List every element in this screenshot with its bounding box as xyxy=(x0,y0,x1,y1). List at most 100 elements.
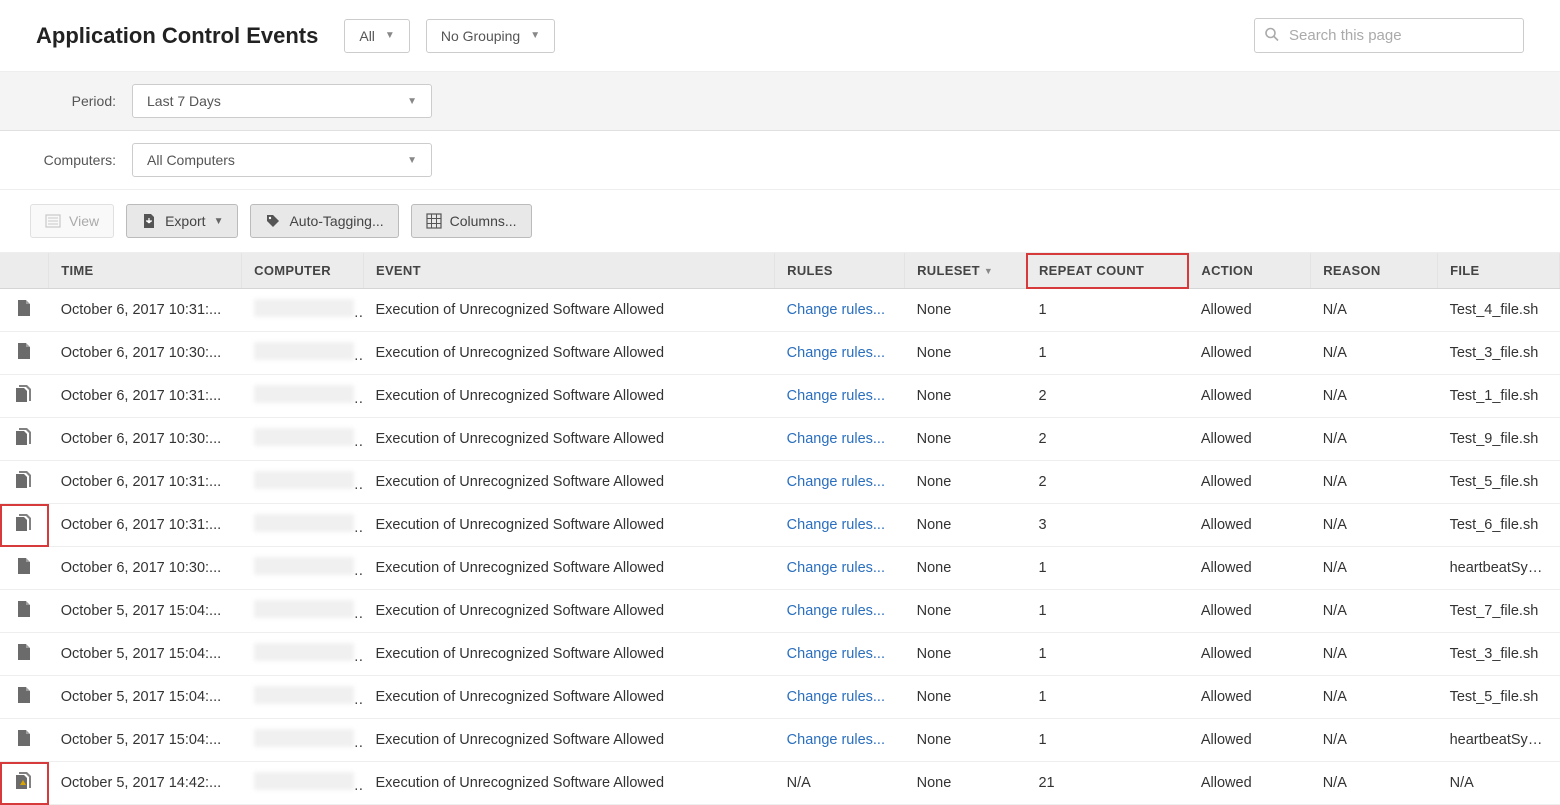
search-input[interactable] xyxy=(1254,18,1524,53)
computers-dropdown[interactable]: All Computers ▼ xyxy=(132,143,432,177)
change-rules-link[interactable]: Change rules... xyxy=(787,431,885,447)
row-computer xyxy=(242,418,364,461)
caret-down-icon: ▼ xyxy=(407,155,417,166)
row-action: Allowed xyxy=(1189,676,1311,719)
th-reason[interactable]: REASON xyxy=(1311,253,1438,289)
row-reason: N/A xyxy=(1311,418,1438,461)
row-reason: N/A xyxy=(1311,676,1438,719)
row-icon-cell xyxy=(0,590,49,633)
row-file: Test_5_file.sh xyxy=(1438,676,1560,719)
columns-button[interactable]: Columns... xyxy=(411,204,532,238)
row-action: Allowed xyxy=(1189,461,1311,504)
row-action: Allowed xyxy=(1189,762,1311,805)
row-icon-cell xyxy=(0,676,49,719)
row-ruleset: None xyxy=(905,762,1027,805)
period-value: Last 7 Days xyxy=(147,93,221,109)
row-reason: N/A xyxy=(1311,590,1438,633)
document-icon xyxy=(14,771,34,791)
computers-value: All Computers xyxy=(147,152,235,168)
table-row[interactable]: October 6, 2017 10:30:... Execution of Un… xyxy=(0,547,1560,590)
change-rules-link[interactable]: Change rules... xyxy=(787,646,885,662)
filter-all-dropdown[interactable]: All ▼ xyxy=(344,19,409,53)
row-ruleset: None xyxy=(905,547,1027,590)
th-computer[interactable]: COMPUTER xyxy=(242,253,364,289)
row-rules: Change rules... xyxy=(775,289,905,332)
change-rules-link[interactable]: Change rules... xyxy=(787,474,885,490)
table-row[interactable]: October 6, 2017 10:31:...Execution of Un… xyxy=(0,461,1560,504)
computer-value-redacted xyxy=(254,471,354,489)
view-button: View xyxy=(30,204,114,238)
row-file: Test_3_file.sh xyxy=(1438,332,1560,375)
change-rules-link[interactable]: Change rules... xyxy=(787,689,885,705)
document-icon xyxy=(14,470,34,490)
row-event: Execution of Unrecognized Software Allow… xyxy=(363,547,774,590)
row-icon-cell xyxy=(0,504,49,547)
row-ruleset: None xyxy=(905,719,1027,762)
change-rules-link[interactable]: Change rules... xyxy=(787,732,885,748)
grouping-dropdown[interactable]: No Grouping ▼ xyxy=(426,19,555,53)
row-time: October 5, 2017 14:42:... xyxy=(49,762,242,805)
row-repeat-count: 21 xyxy=(1026,762,1188,805)
table-row[interactable]: October 6, 2017 10:30:...Execution of Un… xyxy=(0,332,1560,375)
row-repeat-count: 2 xyxy=(1026,461,1188,504)
table-header-row: TIME COMPUTER EVENT RULES RULESET▼ REPEA… xyxy=(0,253,1560,289)
row-reason: N/A xyxy=(1311,461,1438,504)
row-ruleset: None xyxy=(905,289,1027,332)
row-file: Test_9_file.sh xyxy=(1438,418,1560,461)
document-icon xyxy=(14,556,34,576)
table-row[interactable]: October 5, 2017 15:04:...Execution of Un… xyxy=(0,719,1560,762)
th-action[interactable]: ACTION xyxy=(1189,253,1311,289)
list-icon xyxy=(45,213,61,229)
row-icon-cell xyxy=(0,332,49,375)
table-row[interactable]: October 6, 2017 10:31:...Execution of Un… xyxy=(0,504,1560,547)
change-rules-link[interactable]: Change rules... xyxy=(787,345,885,361)
th-icon[interactable] xyxy=(0,253,49,289)
th-time[interactable]: TIME xyxy=(49,253,242,289)
filter-all-label: All xyxy=(359,28,375,44)
th-file[interactable]: FILE xyxy=(1438,253,1560,289)
period-filter-row: Period: Last 7 Days ▼ xyxy=(0,72,1560,131)
export-button[interactable]: Export ▼ xyxy=(126,204,238,238)
table-row[interactable]: October 6, 2017 10:31:...Execution of Un… xyxy=(0,375,1560,418)
th-rules[interactable]: RULES xyxy=(775,253,905,289)
table-row[interactable]: October 6, 2017 10:31:...Execution of Un… xyxy=(0,289,1560,332)
row-time: October 6, 2017 10:31:... xyxy=(49,504,242,547)
row-repeat-count: 3 xyxy=(1026,504,1188,547)
table-row[interactable]: October 5, 2017 15:04:...Execution of Un… xyxy=(0,590,1560,633)
row-reason: N/A xyxy=(1311,719,1438,762)
period-label: Period: xyxy=(36,93,116,109)
row-rules: Change rules... xyxy=(775,504,905,547)
document-icon xyxy=(14,513,34,533)
row-event: Execution of Unrecognized Software Allow… xyxy=(363,590,774,633)
row-action: Allowed xyxy=(1189,719,1311,762)
th-ruleset[interactable]: RULESET▼ xyxy=(905,253,1027,289)
row-reason: N/A xyxy=(1311,289,1438,332)
table-row[interactable]: October 6, 2017 10:30:...Execution of Un… xyxy=(0,418,1560,461)
auto-tagging-label: Auto-Tagging... xyxy=(289,213,383,229)
search-wrap xyxy=(1254,18,1524,53)
row-repeat-count: 1 xyxy=(1026,676,1188,719)
row-repeat-count: 1 xyxy=(1026,289,1188,332)
document-icon xyxy=(14,427,34,447)
row-time: October 6, 2017 10:30:... xyxy=(49,547,242,590)
change-rules-link[interactable]: Change rules... xyxy=(787,603,885,619)
row-action: Allowed xyxy=(1189,633,1311,676)
table-row[interactable]: October 5, 2017 14:42:...Execution of Un… xyxy=(0,762,1560,805)
change-rules-link[interactable]: Change rules... xyxy=(787,560,885,576)
row-event: Execution of Unrecognized Software Allow… xyxy=(363,719,774,762)
change-rules-link[interactable]: Change rules... xyxy=(787,388,885,404)
th-event[interactable]: EVENT xyxy=(363,253,774,289)
row-computer xyxy=(242,719,364,762)
period-dropdown[interactable]: Last 7 Days ▼ xyxy=(132,84,432,118)
row-repeat-count: 1 xyxy=(1026,590,1188,633)
table-row[interactable]: October 5, 2017 15:04:...Execution of Un… xyxy=(0,676,1560,719)
table-row[interactable]: October 5, 2017 15:04:...Execution of Un… xyxy=(0,633,1560,676)
sort-caret-icon: ▼ xyxy=(984,266,993,276)
toolbar: View Export ▼ Auto-Tagging... Columns... xyxy=(0,190,1560,253)
grouping-label: No Grouping xyxy=(441,28,520,44)
change-rules-link[interactable]: Change rules... xyxy=(787,302,885,318)
change-rules-link[interactable]: Change rules... xyxy=(787,517,885,533)
computer-value-redacted xyxy=(254,772,354,790)
th-repeat-count[interactable]: REPEAT COUNT xyxy=(1026,253,1188,289)
auto-tagging-button[interactable]: Auto-Tagging... xyxy=(250,204,398,238)
